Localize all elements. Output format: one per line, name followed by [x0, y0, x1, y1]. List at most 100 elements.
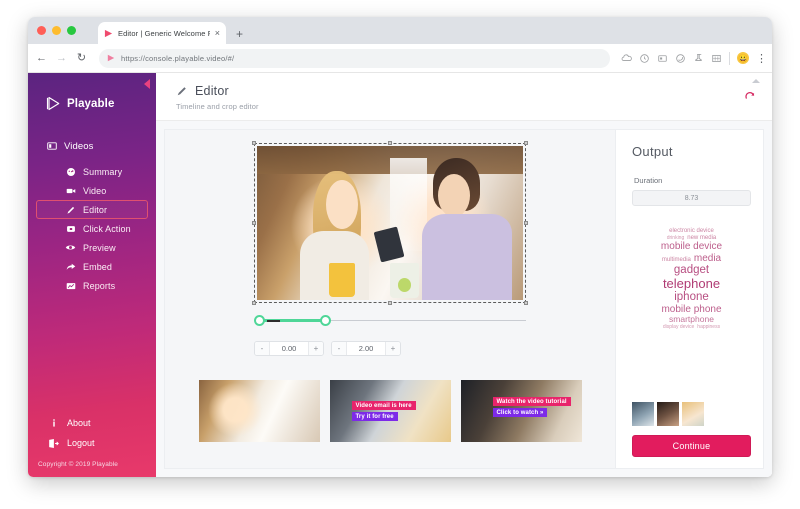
- sidebar-item-label: Summary: [83, 166, 123, 177]
- pencil-icon: [65, 204, 76, 215]
- back-icon[interactable]: ←: [35, 52, 48, 64]
- crop-handle-middle-right[interactable]: [524, 221, 528, 225]
- eye-icon: [65, 242, 76, 253]
- end-time-value[interactable]: 2.00: [346, 342, 386, 355]
- sidebar-item-summary[interactable]: Summary: [36, 162, 148, 181]
- toolbar-icon-group: 😀 ⋮: [621, 51, 767, 65]
- editor-pane: - 0.00 + - 2.00 + Video email is here Tr…: [164, 129, 616, 469]
- sidebar-item-click-action[interactable]: Click Action: [36, 219, 148, 238]
- start-time-decrement-button[interactable]: -: [255, 342, 269, 355]
- app-body: Playable Videos Summary Video Editor Cli…: [28, 73, 772, 477]
- crop-selection[interactable]: [252, 141, 528, 305]
- sidebar-nav-list: Summary Video Editor Click Action Previe…: [28, 162, 156, 295]
- reload-icon[interactable]: ↻: [75, 52, 88, 64]
- crop-handle-middle-left[interactable]: [252, 221, 256, 225]
- timeline-start-handle[interactable]: [254, 315, 265, 326]
- avatar[interactable]: 😀: [737, 52, 749, 64]
- chevron-up-icon[interactable]: [752, 79, 760, 83]
- tab-strip: Editor | Generic Welcome Feb : × +: [28, 17, 772, 44]
- sidebar-item-video[interactable]: Video: [36, 181, 148, 200]
- browser-tab[interactable]: Editor | Generic Welcome Feb : ×: [98, 22, 226, 44]
- sidebar-item-editor[interactable]: Editor: [36, 200, 148, 219]
- tag-happiness: happiness: [697, 323, 721, 330]
- cloud-icon[interactable]: [621, 53, 632, 64]
- clock-icon[interactable]: [639, 53, 650, 64]
- playable-favicon-icon: [103, 28, 114, 39]
- sidebar-item-about[interactable]: About: [28, 413, 156, 433]
- face-thumbnail-strip: [632, 402, 704, 426]
- timeline-slider[interactable]: - 0.00 + - 2.00 +: [254, 315, 526, 356]
- thumbnail-3-label-1: Watch the video tutorial: [492, 397, 571, 406]
- thumbnail-3-label-2: Click to watch »: [492, 408, 548, 417]
- duration-value: 8.73: [632, 190, 751, 206]
- extension-icon[interactable]: [711, 53, 722, 64]
- thumbnail-strip: Video email is here Try it for free Watc…: [198, 380, 582, 442]
- thumbnail-1[interactable]: [198, 380, 320, 442]
- start-time-value[interactable]: 0.00: [269, 342, 309, 355]
- crop-handle-top-left[interactable]: [252, 141, 256, 145]
- shield-icon[interactable]: [675, 53, 686, 64]
- tag-gadget: gadget: [673, 263, 710, 276]
- videos-icon: [46, 141, 57, 152]
- thumbnail-3[interactable]: Watch the video tutorial Click to watch …: [460, 380, 582, 442]
- forward-icon[interactable]: →: [55, 52, 68, 64]
- crop-handle-bottom-center[interactable]: [388, 301, 392, 305]
- face-thumbnail-2[interactable]: [657, 402, 679, 426]
- tab-title: Editor | Generic Welcome Feb :: [118, 28, 210, 38]
- new-tab-button[interactable]: +: [236, 28, 243, 40]
- time-steppers: - 0.00 + - 2.00 +: [254, 341, 526, 356]
- end-time-stepper[interactable]: - 2.00 +: [331, 341, 401, 356]
- thumbnail-2[interactable]: Video email is here Try it for free: [329, 380, 451, 442]
- face-thumbnail-3[interactable]: [682, 402, 704, 426]
- sidebar-item-label: Video: [83, 185, 107, 196]
- gauge-icon: [65, 166, 76, 177]
- brand-logo[interactable]: Playable: [28, 79, 156, 111]
- tag-electronic-device: electronic device: [669, 228, 714, 234]
- video-camera-icon: [65, 185, 76, 196]
- thumbnail-2-label-1: Video email is here: [351, 401, 416, 410]
- card-icon[interactable]: [657, 53, 668, 64]
- chart-icon: [65, 280, 76, 291]
- start-time-increment-button[interactable]: +: [309, 342, 323, 355]
- kebab-menu-icon[interactable]: ⋮: [756, 52, 767, 65]
- browser-toolbar: ← → ↻ https://console.playable.video/#/: [28, 44, 772, 73]
- sidebar-item-label: Editor: [83, 204, 108, 215]
- address-bar[interactable]: https://console.playable.video/#/: [99, 48, 610, 68]
- start-time-stepper[interactable]: - 0.00 +: [254, 341, 324, 356]
- sidebar-item-logout[interactable]: Logout: [28, 433, 156, 453]
- sidebar-section-videos[interactable]: Videos: [28, 137, 156, 155]
- end-time-increment-button[interactable]: +: [386, 342, 400, 355]
- sidebar-item-preview[interactable]: Preview: [36, 238, 148, 257]
- editor-panes: - 0.00 + - 2.00 + Video email is here Tr…: [156, 121, 772, 477]
- logout-icon: [48, 438, 59, 449]
- sidebar-item-embed[interactable]: Embed: [36, 257, 148, 276]
- crop-handle-bottom-right[interactable]: [524, 301, 528, 305]
- click-icon: [65, 223, 76, 234]
- timeline-end-handle[interactable]: [320, 315, 331, 326]
- end-time-decrement-button[interactable]: -: [332, 342, 346, 355]
- sidebar-item-label: Embed: [83, 261, 113, 272]
- crop-handle-top-center[interactable]: [388, 141, 392, 145]
- minimize-window-button[interactable]: [52, 26, 61, 35]
- close-icon[interactable]: ×: [214, 28, 221, 38]
- close-window-button[interactable]: [37, 26, 46, 35]
- tag-new-media: new media: [687, 234, 717, 241]
- maximize-window-button[interactable]: [67, 26, 76, 35]
- output-title: Output: [632, 144, 673, 159]
- page-subtitle: Timeline and crop editor: [176, 102, 259, 111]
- tag-telephone: telephone: [662, 275, 721, 291]
- pin-icon[interactable]: [693, 53, 704, 64]
- copyright-text: Copyright © 2019 Playable: [38, 461, 118, 468]
- sidebar-item-reports[interactable]: Reports: [36, 276, 148, 295]
- collapse-sidebar-icon[interactable]: [144, 79, 150, 89]
- refresh-icon[interactable]: [744, 91, 756, 103]
- main-content: Editor Timeline and crop editor - 0.00 +…: [156, 73, 772, 477]
- continue-button[interactable]: Continue: [632, 435, 751, 457]
- crop-handle-bottom-left[interactable]: [252, 301, 256, 305]
- browser-window: Editor | Generic Welcome Feb : × + ← → ↻…: [28, 17, 772, 477]
- face-thumbnail-1[interactable]: [632, 402, 654, 426]
- crop-handle-top-right[interactable]: [524, 141, 528, 145]
- info-icon: [48, 418, 59, 429]
- sidebar-item-label: About: [67, 418, 91, 428]
- timeline-playhead: [267, 320, 280, 322]
